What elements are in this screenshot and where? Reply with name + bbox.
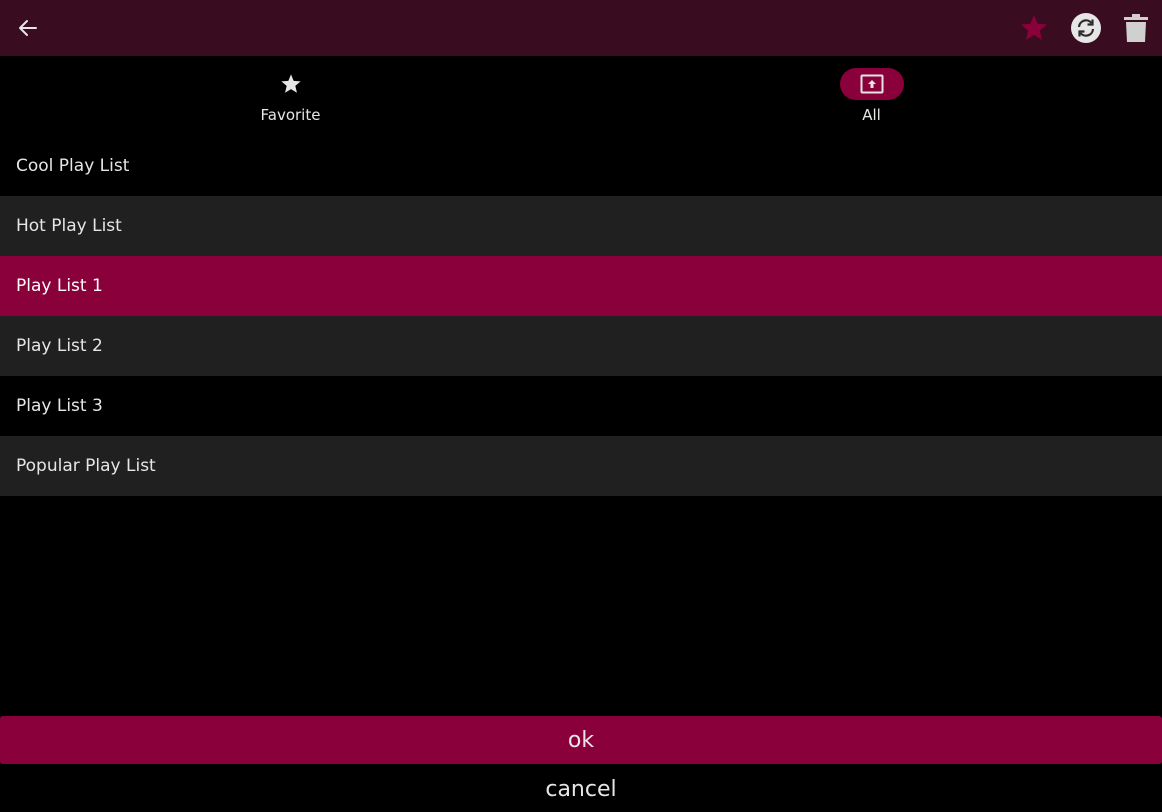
list-item-label: Cool Play List	[16, 156, 130, 176]
sync-icon	[1071, 13, 1101, 43]
star-icon	[1020, 14, 1048, 40]
playlist-list: Cool Play List Hot Play List Play List 1…	[0, 136, 1162, 496]
list-item-label: Play List 3	[16, 396, 103, 416]
list-item[interactable]: Play List 3	[0, 376, 1162, 436]
arrow-left-icon	[19, 20, 37, 36]
filter-tabs: Favorite All	[0, 56, 1162, 136]
back-button[interactable]	[12, 12, 44, 44]
list-item[interactable]: Cool Play List	[0, 136, 1162, 196]
list-item[interactable]: Play List 2	[0, 316, 1162, 376]
list-item-label: Play List 1	[16, 276, 103, 296]
favorite-button[interactable]	[1016, 10, 1052, 46]
top-app-bar	[0, 0, 1162, 56]
tab-favorite-icon-container	[259, 68, 323, 100]
tab-all[interactable]: All	[581, 56, 1162, 136]
star-icon	[280, 74, 301, 93]
list-item[interactable]: Popular Play List	[0, 436, 1162, 496]
playlist-picker-screen: Favorite All Cool Play List Hot Play Lis…	[0, 0, 1162, 812]
trash-icon	[1124, 14, 1148, 42]
list-item[interactable]: Hot Play List	[0, 196, 1162, 256]
tab-favorite-label: Favorite	[260, 106, 321, 124]
list-item-label: Hot Play List	[16, 216, 122, 236]
upload-box-icon	[860, 74, 883, 94]
tab-all-icon-container	[839, 68, 904, 100]
sync-button[interactable]	[1068, 10, 1104, 46]
list-item-label: Play List 2	[16, 336, 103, 356]
cancel-button[interactable]: cancel	[0, 766, 1162, 812]
ok-button[interactable]: ok	[0, 716, 1162, 764]
list-item-label: Popular Play List	[16, 456, 156, 476]
list-item-selected[interactable]: Play List 1	[0, 256, 1162, 316]
tab-favorite[interactable]: Favorite	[0, 56, 581, 136]
delete-button[interactable]	[1118, 10, 1154, 46]
tab-all-label: All	[862, 106, 881, 124]
